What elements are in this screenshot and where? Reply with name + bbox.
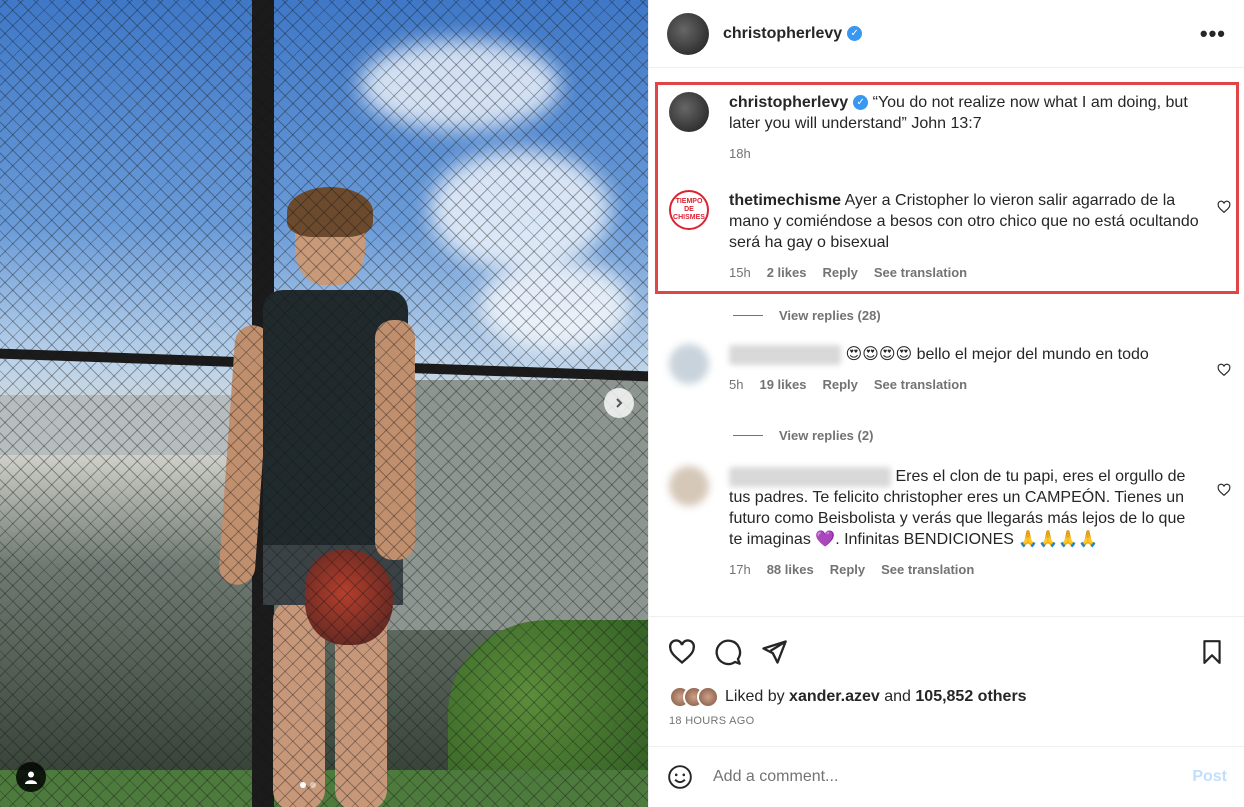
caption: christopherlevy ✓ “You do not realize now… (669, 92, 1209, 164)
liked-by-others[interactable]: 105,852 others (915, 688, 1026, 706)
like-button[interactable] (667, 637, 697, 667)
liker-avatar (697, 686, 719, 708)
carousel-next-button[interactable] (604, 388, 634, 418)
post-side-panel: christopherlevy ✓ ••• christopherlevy ✓ “… (648, 0, 1244, 807)
post-comment-button[interactable]: Post (1192, 768, 1227, 786)
user-tag-button[interactable] (16, 762, 46, 792)
add-comment-bar: Post (649, 746, 1244, 807)
comment-item: Eres el clon de tu papi, eres el orgullo… (669, 466, 1199, 580)
user-tag-icon (25, 771, 37, 784)
caption-username[interactable]: christopherlevy (729, 94, 848, 111)
comment-input[interactable] (713, 768, 1193, 786)
liked-by-middle: and (884, 688, 911, 705)
liker-avatars[interactable] (669, 686, 719, 708)
photo-fence-net (0, 0, 648, 807)
heart-icon (669, 638, 695, 664)
see-translation-button[interactable]: See translation (874, 374, 967, 395)
comment-icon (715, 639, 742, 665)
carousel-dot (300, 782, 306, 788)
view-replies-button[interactable]: View replies (2) (733, 428, 873, 443)
author-username[interactable]: christopherlevy (723, 25, 842, 43)
comment-like-heart-icon[interactable] (1217, 200, 1231, 214)
comment-like-heart-icon[interactable] (1217, 483, 1231, 497)
comment-item: TIEMPO DE CHISMES thetimechisme Ayer a C… (669, 190, 1199, 283)
comment-likes[interactable]: 19 likes (759, 374, 806, 395)
comment-like-heart-icon[interactable] (1217, 363, 1231, 377)
author-avatar[interactable] (667, 12, 709, 55)
reply-button[interactable]: Reply (822, 374, 857, 395)
commenter-username[interactable]: thetimechisme (729, 192, 841, 209)
more-options-button[interactable]: ••• (1200, 21, 1226, 47)
verified-badge-icon: ✓ (853, 95, 869, 111)
comment-time[interactable]: 17h (729, 559, 751, 580)
reply-button[interactable]: Reply (822, 262, 857, 283)
liked-by-user[interactable]: xander.azev (789, 688, 880, 706)
verified-badge-icon: ✓ (847, 26, 863, 41)
commenter-username-blurred[interactable] (729, 466, 891, 487)
view-replies-button[interactable]: View replies (28) (733, 308, 881, 323)
chevron-right-icon (616, 398, 623, 408)
see-translation-button[interactable]: See translation (881, 559, 974, 580)
comment-button[interactable] (713, 637, 743, 667)
comments-list[interactable]: christopherlevy ✓ “You do not realize now… (649, 68, 1244, 616)
commenter-avatar[interactable]: TIEMPO DE CHISMES (669, 190, 709, 230)
carousel-dots (300, 782, 316, 788)
liked-by: Liked by xander.azev and 105,852 others (669, 686, 1027, 708)
emoji-icon[interactable] (667, 764, 693, 790)
commenter-avatar[interactable] (669, 344, 709, 384)
comment-likes[interactable]: 2 likes (767, 262, 807, 283)
see-translation-button[interactable]: See translation (874, 262, 967, 283)
author-avatar[interactable] (669, 92, 709, 132)
share-button[interactable] (759, 637, 789, 667)
caption-time[interactable]: 18h (729, 143, 751, 164)
bookmark-icon (1203, 639, 1221, 664)
share-icon (762, 639, 787, 664)
comment-time[interactable]: 5h (729, 374, 743, 395)
commenter-avatar[interactable] (669, 466, 709, 506)
comment-text: 😍😍😍😍 bello el mejor del mundo en todo (845, 346, 1149, 363)
comment-likes[interactable]: 88 likes (767, 559, 814, 580)
save-button[interactable] (1197, 637, 1227, 667)
carousel-dot (310, 782, 316, 788)
comment-item: 😍😍😍😍 bello el mejor del mundo en todo 5h… (669, 344, 1199, 395)
liked-by-prefix: Liked by (725, 688, 785, 705)
commenter-username-blurred[interactable] (729, 344, 841, 365)
post-photo[interactable] (0, 0, 648, 807)
post-header: christopherlevy ✓ ••• (649, 0, 1244, 68)
post-actions-bar (649, 616, 1244, 686)
reply-button[interactable]: Reply (830, 559, 865, 580)
comment-time[interactable]: 15h (729, 262, 751, 283)
post-timestamp[interactable]: 18 HOURS AGO (669, 715, 755, 727)
